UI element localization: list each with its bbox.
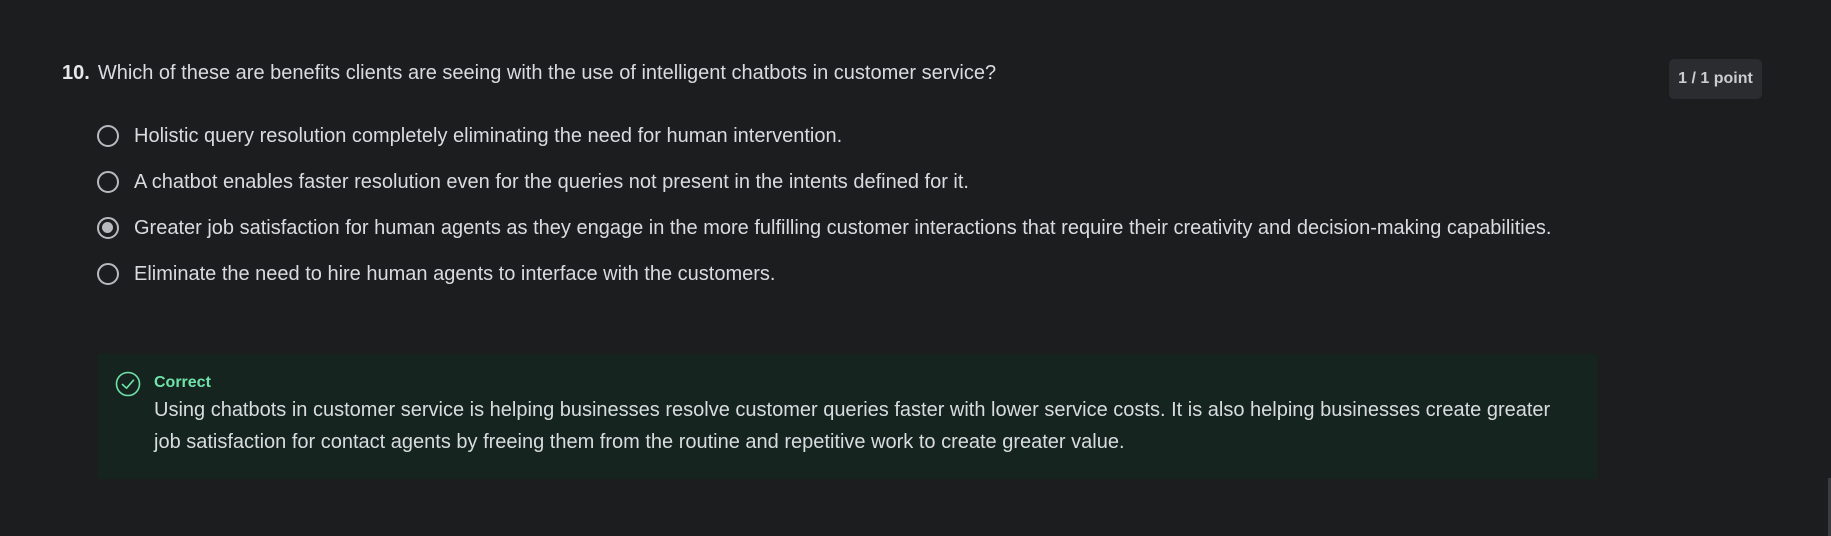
option-label-4: Eliminate the need to hire human agents … <box>134 263 776 285</box>
radio-button-3-selected[interactable] <box>97 217 119 239</box>
option-4[interactable]: Eliminate the need to hire human agents … <box>97 262 1597 290</box>
option-label-1: Holistic query resolution completely eli… <box>134 125 843 147</box>
option-label-2: A chatbot enables faster resolution even… <box>134 171 969 193</box>
points-badge: 1 / 1 point <box>1669 59 1762 99</box>
radio-button-4[interactable] <box>97 263 119 285</box>
answer-options: Holistic query resolution completely eli… <box>97 124 1597 308</box>
option-2[interactable]: A chatbot enables faster resolution even… <box>97 170 1597 198</box>
option-label-3: Greater job satisfaction for human agent… <box>134 217 1552 239</box>
question-header: 10. Which of these are benefits clients … <box>62 62 996 85</box>
feedback-panel: Correct Using chatbots in customer servi… <box>98 354 1597 479</box>
question-number: 10. <box>62 62 90 84</box>
radio-button-2[interactable] <box>97 171 119 193</box>
question-text: Which of these are benefits clients are … <box>97 62 997 84</box>
option-3[interactable]: Greater job satisfaction for human agent… <box>97 216 1597 244</box>
option-1[interactable]: Holistic query resolution completely eli… <box>97 124 1597 152</box>
feedback-status: Correct <box>154 374 211 391</box>
feedback-text: Using chatbots in customer service is he… <box>154 399 1551 453</box>
check-circle-icon <box>115 371 141 397</box>
quiz-page: 10. Which of these are benefits clients … <box>0 0 1831 536</box>
radio-button-1[interactable] <box>97 125 119 147</box>
